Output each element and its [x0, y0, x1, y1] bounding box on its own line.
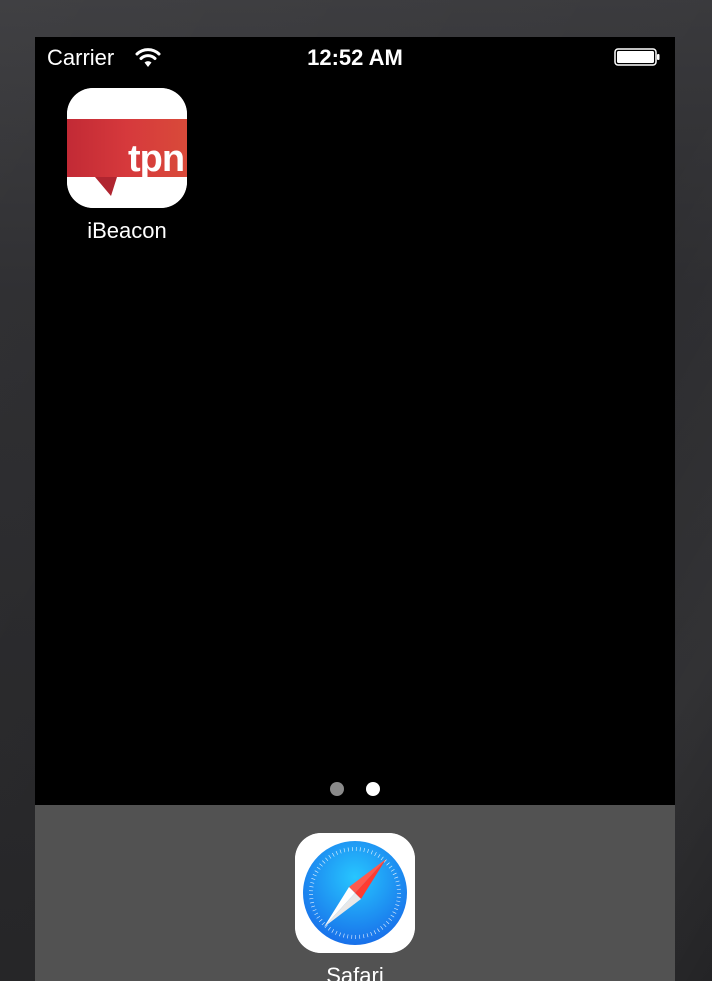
tpn-logo-icon[interactable]: tpn [67, 88, 187, 208]
status-time: 12:52 AM [307, 45, 403, 70]
svg-text:tpn: tpn [128, 138, 184, 180]
page-dot-2-current[interactable] [366, 782, 381, 796]
app-label: Safari [326, 963, 384, 981]
safari-compass-icon[interactable] [295, 833, 415, 953]
dock: Safari [35, 805, 675, 981]
status-bar: Carrier 12:52 AM [35, 37, 675, 77]
app-label: iBeacon [87, 218, 167, 243]
app-ibeacon[interactable]: tpn iBeacon [67, 88, 187, 244]
page-dot-1[interactable] [329, 782, 344, 796]
app-safari[interactable]: Safari [295, 833, 415, 981]
battery-icon [614, 48, 660, 66]
page-indicator[interactable] [35, 782, 675, 796]
device-screen: Carrier 12:52 AM tpn iBeacon Safari [35, 37, 675, 981]
